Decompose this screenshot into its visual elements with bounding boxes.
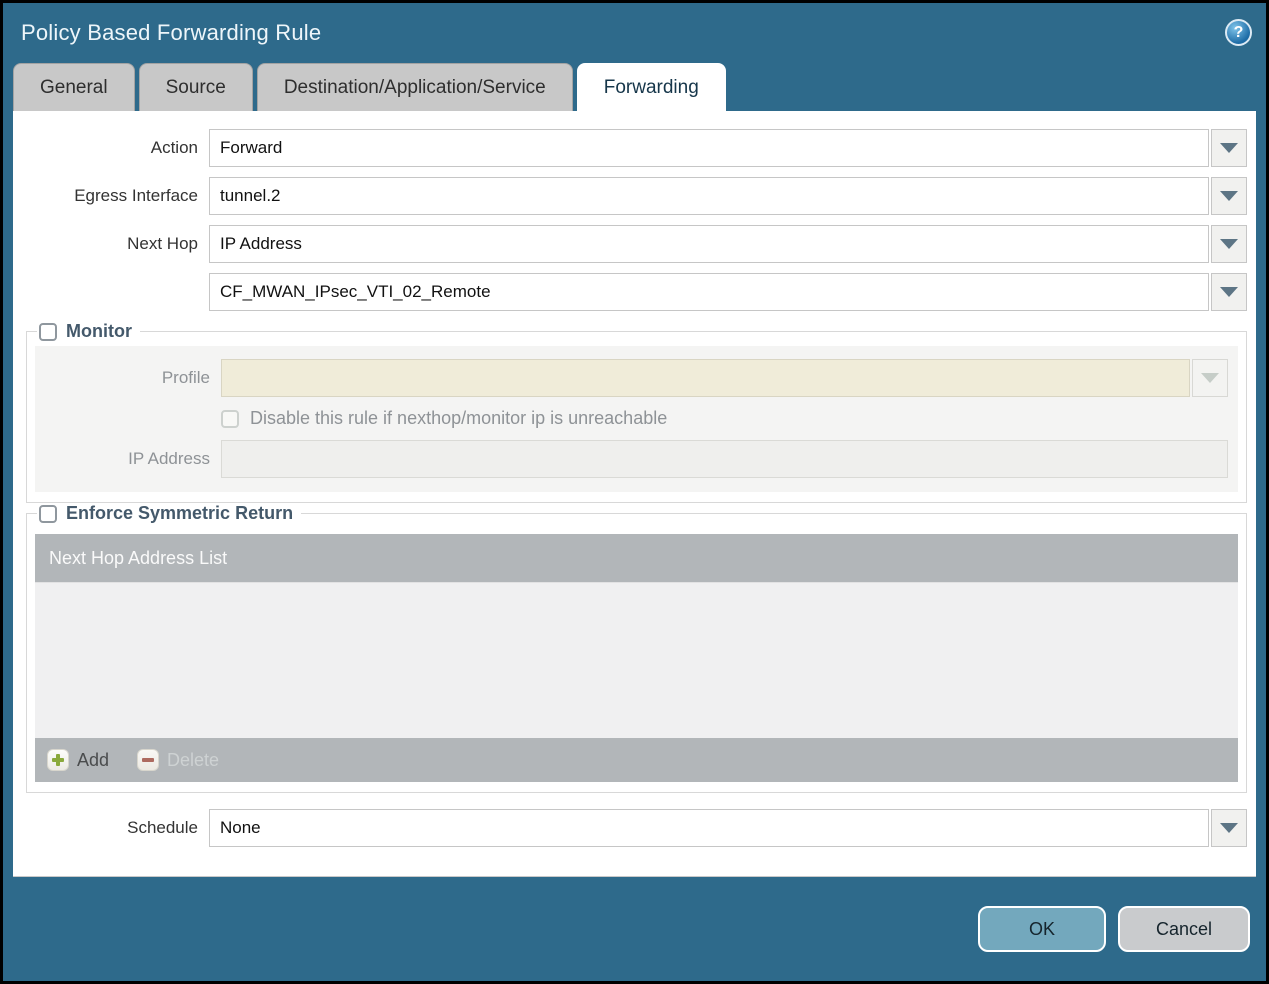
disable-rule-label: Disable this rule if nexthop/monitor ip … xyxy=(250,408,668,428)
chevron-down-icon xyxy=(1220,823,1238,833)
monitor-ip-row: IP Address xyxy=(35,440,1228,478)
next-hop-address-list-header: Next Hop Address List xyxy=(35,534,1238,582)
chevron-down-icon xyxy=(1220,191,1238,201)
add-button[interactable]: Add xyxy=(47,749,109,771)
forwarding-tab-panel: Action Forward Egress Interface tunnel.2… xyxy=(13,111,1256,877)
policy-forwarding-dialog: Policy Based Forwarding Rule ? General S… xyxy=(0,0,1269,984)
chevron-down-icon xyxy=(1201,373,1219,383)
monitor-panel: Profile Disable this rule if nexthop/mon… xyxy=(35,346,1238,492)
profile-select xyxy=(221,359,1190,397)
tab-source[interactable]: Source xyxy=(138,63,253,111)
action-row: Action Forward xyxy=(13,129,1247,167)
profile-label: Profile xyxy=(161,368,210,387)
schedule-label: Schedule xyxy=(127,818,198,837)
add-button-label: Add xyxy=(77,749,110,770)
next-hop-address-list-table: Next Hop Address List Add Delete xyxy=(35,534,1238,782)
next-hop-address-row: CF_MWAN_IPsec_VTI_02_Remote xyxy=(13,273,1247,311)
tab-destination-application-service[interactable]: Destination/Application/Service xyxy=(256,63,573,111)
symmetric-return-legend-label: Enforce Symmetric Return xyxy=(66,503,294,523)
next-hop-row: Next Hop IP Address xyxy=(13,225,1247,263)
delete-button-label: Delete xyxy=(167,749,220,770)
monitor-ip-input xyxy=(221,440,1228,478)
monitor-legend: Monitor xyxy=(37,321,140,342)
monitor-checkbox[interactable] xyxy=(39,322,57,341)
monitor-section: Monitor Profile Disable this rule if nex… xyxy=(26,321,1247,503)
schedule-row: Schedule None xyxy=(13,809,1247,847)
egress-interface-select[interactable]: tunnel.2 xyxy=(209,177,1209,215)
tab-bar: General Source Destination/Application/S… xyxy=(3,62,1266,111)
tab-general[interactable]: General xyxy=(13,63,135,111)
action-dropdown-button[interactable] xyxy=(1211,129,1247,167)
action-label: Action xyxy=(150,138,198,157)
action-select[interactable]: Forward xyxy=(209,129,1209,167)
monitor-ip-label: IP Address xyxy=(128,449,210,468)
next-hop-address-list-toolbar: Add Delete xyxy=(35,738,1238,782)
help-icon[interactable]: ? xyxy=(1225,19,1252,46)
cancel-button[interactable]: Cancel xyxy=(1118,906,1250,952)
chevron-down-icon xyxy=(1220,287,1238,297)
dialog-title: Policy Based Forwarding Rule xyxy=(21,19,322,45)
symmetric-return-legend: Enforce Symmetric Return xyxy=(37,503,301,524)
disable-rule-checkbox xyxy=(221,409,239,428)
ok-button[interactable]: OK xyxy=(978,906,1106,952)
chevron-down-icon xyxy=(1220,239,1238,249)
tab-forwarding[interactable]: Forwarding xyxy=(576,63,726,111)
monitor-legend-label: Monitor xyxy=(66,321,132,341)
profile-dropdown-button xyxy=(1192,359,1228,397)
symmetric-return-checkbox[interactable] xyxy=(39,504,57,523)
next-hop-address-dropdown-button[interactable] xyxy=(1211,273,1247,311)
minus-icon xyxy=(137,749,160,771)
chevron-down-icon xyxy=(1220,143,1238,153)
egress-interface-label: Egress Interface xyxy=(74,186,198,205)
dialog-footer: OK Cancel xyxy=(3,877,1266,952)
egress-interface-row: Egress Interface tunnel.2 xyxy=(13,177,1247,215)
schedule-dropdown-button[interactable] xyxy=(1211,809,1247,847)
dialog-titlebar: Policy Based Forwarding Rule ? xyxy=(3,3,1266,62)
disable-rule-row: Disable this rule if nexthop/monitor ip … xyxy=(35,408,1228,429)
plus-icon xyxy=(47,749,69,771)
next-hop-type-select[interactable]: IP Address xyxy=(209,225,1209,263)
symmetric-return-section: Enforce Symmetric Return Next Hop Addres… xyxy=(26,503,1247,793)
next-hop-label: Next Hop xyxy=(127,234,198,253)
next-hop-address-select[interactable]: CF_MWAN_IPsec_VTI_02_Remote xyxy=(209,273,1209,311)
next-hop-dropdown-button[interactable] xyxy=(1211,225,1247,263)
profile-row: Profile xyxy=(35,359,1228,397)
next-hop-address-list-body[interactable] xyxy=(35,582,1238,738)
egress-interface-dropdown-button[interactable] xyxy=(1211,177,1247,215)
delete-button: Delete xyxy=(137,749,219,771)
schedule-select[interactable]: None xyxy=(209,809,1209,847)
